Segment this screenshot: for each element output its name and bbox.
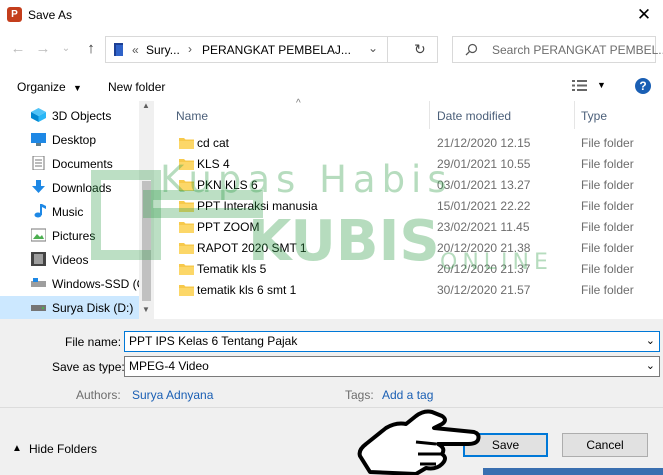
sidebar-item-3d-objects[interactable]: 3D Objects <box>0 104 139 127</box>
sidebar-item-desktop[interactable]: Desktop <box>0 128 139 151</box>
search-icon <box>465 43 478 56</box>
authors-label: Authors: <box>76 388 121 402</box>
table-row[interactable]: tematik kls 6 smt 1 30/12/2020 21.57 File … <box>154 280 663 301</box>
file-type: File folder <box>581 262 634 276</box>
savetype-select[interactable]: MPEG-4 Video ⌄ <box>124 356 660 377</box>
desktop-icon <box>31 133 46 146</box>
watermark-logo <box>91 170 263 260</box>
column-header-type[interactable]: Type <box>581 109 607 123</box>
folder-icon <box>179 285 194 296</box>
folder-path-icon <box>114 43 123 56</box>
file-type: File folder <box>581 283 634 297</box>
filename-label: File name: <box>65 335 122 349</box>
taskbar-strip <box>483 468 663 475</box>
address-divider <box>387 37 388 62</box>
drive-icon <box>31 305 46 311</box>
new-folder-button[interactable]: New folder <box>108 80 165 94</box>
hide-folders-button[interactable]: Hide Folders <box>29 442 97 456</box>
help-icon[interactable]: ? <box>635 78 651 94</box>
dropdown-chevron-icon[interactable]: ⌄ <box>368 41 378 55</box>
hand-pointer-icon <box>357 409 481 475</box>
view-dropdown-icon[interactable]: ▼ <box>597 80 606 90</box>
back-arrow-icon[interactable]: ← <box>9 40 27 58</box>
column-divider[interactable] <box>429 101 430 129</box>
filename-value: PPT IPS Kelas 6 Tentang Pajak <box>129 334 298 348</box>
music-icon <box>34 204 46 218</box>
savetype-dropdown-icon[interactable]: ⌄ <box>646 359 655 372</box>
sidebar-item-label: Surya Disk (D:) <box>52 301 134 315</box>
file-name: tematik kls 6 smt 1 <box>197 283 297 297</box>
address-bar[interactable]: « Sury... › PERANGKAT PEMBELAJ... ⌄ ↻ <box>105 36 438 63</box>
column-header-date[interactable]: Date modified <box>437 109 511 123</box>
cube-icon <box>31 108 46 122</box>
window-title: Save As <box>28 8 73 22</box>
download-icon <box>32 180 45 193</box>
breadcrumb-overflow[interactable]: « <box>132 43 139 57</box>
video-icon <box>31 252 46 266</box>
file-date: 23/02/2021 11.45 <box>437 220 530 234</box>
filename-input[interactable]: PPT IPS Kelas 6 Tentang Pajak ⌄ <box>124 331 660 352</box>
close-button[interactable]: ✕ <box>631 3 657 27</box>
up-arrow-icon[interactable]: ↑ <box>82 40 100 58</box>
organize-menu[interactable]: Organize ▼ <box>17 80 82 94</box>
sidebar-item-label: 3D Objects <box>52 109 112 123</box>
breadcrumb-item-2[interactable]: PERANGKAT PEMBELAJ... <box>202 43 351 57</box>
search-box[interactable]: Search PERANGKAT PEMBEL... <box>452 36 663 63</box>
file-type: File folder <box>581 241 634 255</box>
organize-label: Organize <box>17 80 66 94</box>
search-placeholder: Search PERANGKAT PEMBEL... <box>492 43 663 57</box>
scroll-up-icon[interactable]: ▲ <box>142 101 150 110</box>
document-icon <box>32 156 45 170</box>
tags-value[interactable]: Add a tag <box>382 388 433 402</box>
folder-icon <box>179 138 194 149</box>
sidebar-item-label: Windows-SSD (C <box>52 277 146 291</box>
picture-icon <box>31 228 46 242</box>
save-form: File name: PPT IPS Kelas 6 Tentang Pajak… <box>0 319 663 475</box>
sidebar-item-label: Music <box>52 205 84 219</box>
file-name: cd cat <box>197 136 230 150</box>
file-type: File folder <box>581 136 634 150</box>
hide-folders-chevron-icon[interactable]: ▲ <box>12 443 22 454</box>
view-options-icon[interactable] <box>572 79 587 92</box>
sidebar-item-label: Desktop <box>52 133 97 147</box>
refresh-icon[interactable]: ↻ <box>414 41 426 58</box>
file-type: File folder <box>581 199 634 213</box>
file-date: 29/01/2021 10.55 <box>437 157 531 171</box>
powerpoint-icon: P <box>7 7 22 22</box>
sidebar-item-surya-disk[interactable]: Surya Disk (D:) <box>0 296 139 319</box>
column-divider[interactable] <box>574 101 575 129</box>
savetype-value: MPEG-4 Video <box>129 359 209 373</box>
title-bar: P Save As ✕ <box>0 0 663 31</box>
file-date: 30/12/2020 21.57 <box>437 283 531 297</box>
file-type: File folder <box>581 220 634 234</box>
file-date: 20/12/2020 21.38 <box>437 241 531 255</box>
file-date: 20/12/2020 21.37 <box>437 262 531 276</box>
savetype-label: Save as type: <box>52 360 125 374</box>
breadcrumb-item-1[interactable]: Sury... <box>146 43 180 57</box>
cancel-button[interactable]: Cancel <box>562 433 648 457</box>
breadcrumb-separator: › <box>188 42 192 56</box>
sort-ascending-icon: ^ <box>296 98 301 109</box>
drive-icon <box>31 278 46 287</box>
filename-dropdown-icon[interactable]: ⌄ <box>646 334 655 347</box>
scroll-down-icon[interactable]: ▼ <box>142 305 150 314</box>
file-date: 03/01/2021 13.27 <box>437 178 531 192</box>
sidebar-item-label: Videos <box>52 253 89 267</box>
file-date: 15/01/2021 22.22 <box>437 199 531 213</box>
file-type: File folder <box>581 157 634 171</box>
sidebar-item-windows-ssd[interactable]: Windows-SSD (C <box>0 272 145 295</box>
file-type: File folder <box>581 178 634 192</box>
recent-locations-chevron-icon[interactable]: ⌄ <box>57 40 75 58</box>
forward-arrow-icon[interactable]: → <box>34 40 52 58</box>
table-row[interactable]: cd cat 21/12/2020 12.15 File folder <box>154 133 663 154</box>
tags-label: Tags: <box>345 388 374 402</box>
authors-value[interactable]: Surya Adnyana <box>132 388 213 402</box>
organize-dropdown-icon: ▼ <box>73 83 82 93</box>
command-bar: Organize ▼ New folder ▼ ? <box>0 73 663 101</box>
column-header-name[interactable]: Name <box>176 109 208 123</box>
file-date: 21/12/2020 12.15 <box>437 136 531 150</box>
divider <box>0 407 663 408</box>
